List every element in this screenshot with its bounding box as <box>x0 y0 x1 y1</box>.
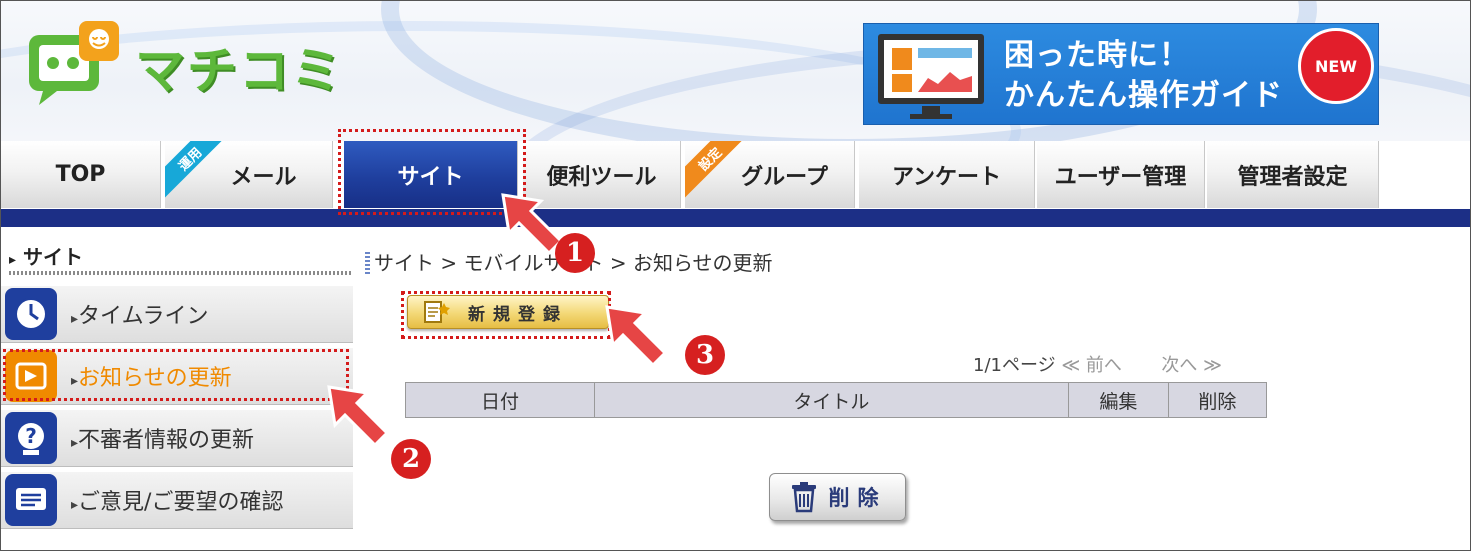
annotation-arrow-2-icon <box>327 385 390 448</box>
logo-text: マチコミ <box>135 42 343 100</box>
annotation-step-1: 1 <box>555 233 595 273</box>
next-page-link[interactable]: 次へ <box>1161 355 1197 376</box>
sidebar-item-feedback[interactable]: ご意見/ご要望の確認 <box>1 471 353 529</box>
delete-button[interactable]: 削除 <box>769 473 906 521</box>
tab-top[interactable]: TOP <box>1 141 161 208</box>
highlight-box-announcements <box>3 349 349 401</box>
banner-text: 困った時に！ かんたん操作ガイド <box>1004 38 1283 113</box>
tab-corner-badge: 運用 <box>165 141 233 202</box>
header: マチコミ 困った時に！ かんたん操作ガイド NEW <box>1 1 1470 141</box>
nav-underline-strip <box>1 209 1470 227</box>
announcement-table: 日付 タイトル 編集 削除 <box>404 382 1268 418</box>
prev-page-link[interactable]: 前へ <box>1086 355 1122 376</box>
clock-icon <box>5 288 57 340</box>
monitor-icon <box>878 34 984 119</box>
column-header-edit: 編集 <box>1067 382 1169 418</box>
sidebar-item-suspicious-person[interactable]: ? 不審者情報の更新 <box>1 409 353 467</box>
sidebar-title-divider <box>9 271 351 275</box>
guide-banner[interactable]: 困った時に！ かんたん操作ガイド NEW <box>863 23 1379 125</box>
column-header-date: 日付 <box>404 382 596 418</box>
annotation-step-2: 2 <box>391 439 431 479</box>
tab-admin-settings[interactable]: 管理者設定 <box>1207 141 1379 208</box>
tab-user-management[interactable]: ユーザー管理 <box>1037 141 1205 208</box>
new-badge: NEW <box>1298 28 1374 104</box>
column-header-delete: 削除 <box>1167 382 1268 418</box>
svg-text:?: ? <box>25 424 37 448</box>
chevron-right-icon: ▸ <box>9 252 17 268</box>
trash-icon <box>791 482 816 513</box>
screenshot-frame: マチコミ 困った時に！ かんたん操作ガイド NEW TOP 運用 メール サイト… <box>0 0 1471 551</box>
tab-mail[interactable]: 運用 メール <box>165 141 333 208</box>
tab-survey[interactable]: アンケート <box>859 141 1035 208</box>
tab-group[interactable]: 設定 グループ <box>685 141 855 208</box>
prev-arrows-icon: ≪ <box>1061 355 1081 376</box>
message-icon <box>5 474 57 526</box>
question-person-icon: ? <box>5 412 57 464</box>
highlight-box-new-button <box>401 291 611 339</box>
table-header-row: 日付 タイトル 編集 削除 <box>404 382 1268 418</box>
sidebar-item-timeline[interactable]: タイムライン <box>1 285 353 343</box>
next-arrows-icon: ≫ <box>1203 355 1222 376</box>
column-header-title: タイトル <box>594 382 1069 418</box>
annotation-step-3: 3 <box>685 335 725 375</box>
breadcrumb-marker <box>365 252 370 274</box>
machicomi-logo[interactable]: マチコミ <box>23 17 383 107</box>
pagination: 1/1ページ ≪ 前へ 次へ ≫ <box>973 355 1222 376</box>
annotation-arrow-3-icon <box>605 305 668 368</box>
sidebar-title: ▸ サイト <box>9 245 83 269</box>
